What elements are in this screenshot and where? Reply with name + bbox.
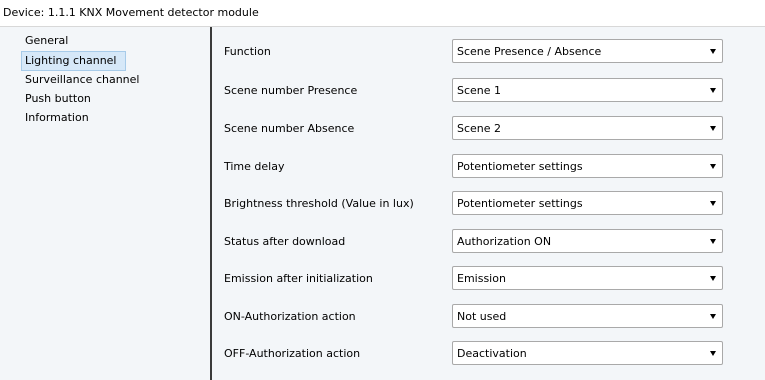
sidebar-item-label: Lighting channel	[25, 54, 117, 67]
param-label-time-delay: Time delay	[224, 160, 285, 173]
chevron-down-icon	[710, 88, 716, 93]
select-value: Emission	[457, 272, 506, 285]
param-label-status-after-download: Status after download	[224, 235, 346, 248]
sidebar-item-label: Surveillance channel	[25, 73, 140, 86]
param-label-off-authorization: OFF-Authorization action	[224, 347, 361, 360]
scene-presence-select[interactable]: Scene 1	[452, 78, 723, 102]
chevron-down-icon	[710, 239, 716, 244]
param-label-brightness-threshold: Brightness threshold (Value in lux)	[224, 197, 414, 210]
param-label-function: Function	[224, 45, 271, 58]
param-label-emission-after-init: Emission after initialization	[224, 272, 373, 285]
status-after-download-select[interactable]: Authorization ON	[452, 229, 723, 253]
param-label-scene-presence: Scene number Presence	[224, 84, 358, 97]
chevron-down-icon	[710, 351, 716, 356]
chevron-down-icon	[710, 314, 716, 319]
sidebar: General Lighting channel Surveillance ch…	[0, 27, 210, 380]
window-title: Device: 1.1.1 KNX Movement detector modu…	[3, 6, 259, 19]
sidebar-item-lighting-channel[interactable]: Lighting channel	[21, 51, 126, 71]
sidebar-item-surveillance-channel[interactable]: Surveillance channel	[22, 71, 147, 89]
select-value: Scene Presence / Absence	[457, 45, 602, 58]
scene-absence-select[interactable]: Scene 2	[452, 116, 723, 140]
select-value: Scene 1	[457, 84, 502, 97]
sidebar-item-push-button[interactable]: Push button	[22, 90, 99, 108]
chevron-down-icon	[710, 201, 716, 206]
on-authorization-select[interactable]: Not used	[452, 304, 723, 328]
select-value: Not used	[457, 310, 507, 323]
select-value: Authorization ON	[457, 235, 552, 248]
sidebar-item-label: Push button	[25, 92, 91, 105]
select-value: Potentiometer settings	[457, 160, 583, 173]
window-title-bar: Device: 1.1.1 KNX Movement detector modu…	[0, 0, 765, 27]
sidebar-item-information[interactable]: Information	[22, 109, 97, 127]
select-value: Deactivation	[457, 347, 527, 360]
param-label-scene-absence: Scene number Absence	[224, 122, 355, 135]
sidebar-item-label: General	[25, 34, 69, 47]
function-select[interactable]: Scene Presence / Absence	[452, 39, 723, 63]
sidebar-item-label: Information	[25, 111, 89, 124]
brightness-threshold-select[interactable]: Potentiometer settings	[452, 191, 723, 215]
emission-after-init-select[interactable]: Emission	[452, 266, 723, 290]
sidebar-item-general[interactable]: General	[22, 32, 76, 50]
select-value: Potentiometer settings	[457, 197, 583, 210]
chevron-down-icon	[710, 276, 716, 281]
chevron-down-icon	[710, 164, 716, 169]
chevron-down-icon	[710, 126, 716, 131]
off-authorization-select[interactable]: Deactivation	[452, 341, 723, 365]
parameter-panel: Function Scene Presence / Absence Scene …	[212, 27, 765, 380]
chevron-down-icon	[710, 49, 716, 54]
time-delay-select[interactable]: Potentiometer settings	[452, 154, 723, 178]
select-value: Scene 2	[457, 122, 502, 135]
param-label-on-authorization: ON-Authorization action	[224, 310, 356, 323]
